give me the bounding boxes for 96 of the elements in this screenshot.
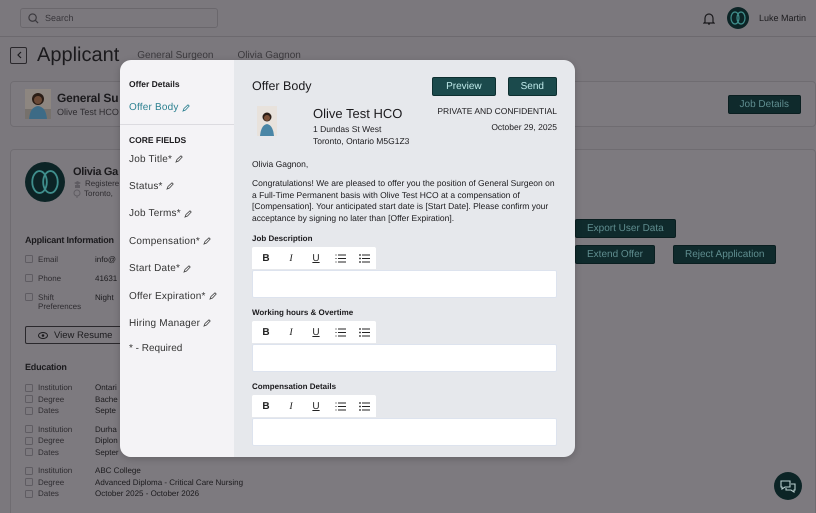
sidebar-item[interactable]: Job Terms*	[120, 200, 234, 228]
eye-icon	[38, 332, 48, 338]
field-label: Dates	[38, 448, 60, 457]
dialog-button[interactable]: Preview	[432, 76, 496, 96]
field-label: Degree	[38, 478, 66, 487]
format-button[interactable]: U	[310, 326, 322, 338]
bell-icon[interactable]	[702, 12, 715, 24]
page-title: Applicant	[37, 44, 120, 66]
sidebar-item[interactable]: Compensation*	[120, 228, 234, 255]
address-line: Toronto, Ontario M5G1Z3	[313, 135, 410, 147]
applicant-name: Olivia Ga	[73, 166, 120, 178]
logo-avatar-icon	[25, 162, 65, 202]
field-label: Degree	[38, 436, 66, 446]
sidebar-item[interactable]: Job Title*	[120, 145, 234, 173]
offer-paragraph: Congratulations! We are pleased to offer you the position of General Surgeon on a Full-Time Permanent basis with Olive Test HCO at a compensation of [Compensation]. Your anticipated start date is [Start Date]. Please confirm your acceptance by signing no later than [Offer Expiration].	[252, 178, 556, 224]
pencil-icon	[203, 319, 212, 328]
pencil-icon	[208, 292, 217, 300]
numbered-list-icon[interactable]	[335, 328, 346, 337]
job-details-button[interactable]: Job Details	[728, 94, 801, 114]
field-value: Night	[95, 293, 114, 302]
field-label: Institution	[38, 466, 74, 476]
address-line: 1 Dundas St West	[313, 123, 382, 135]
job-title: General Su	[57, 91, 119, 105]
format-button[interactable]: B	[260, 400, 272, 412]
section-heading: Education	[25, 362, 67, 372]
field-icon	[25, 293, 33, 301]
hat-icon	[73, 180, 82, 188]
field-label: Dates	[38, 489, 60, 498]
confidential-label: PRIVATE AND CONFIDENTIAL	[437, 106, 557, 116]
section-heading: Offer Details	[128, 78, 181, 91]
chevron-left-icon	[16, 51, 22, 59]
field-value: 41631	[95, 274, 118, 283]
format-button[interactable]: U	[310, 400, 322, 412]
sidebar-item[interactable]: Offer Body	[120, 94, 234, 122]
pencil-icon	[183, 264, 192, 273]
action-button[interactable]: Export User Data	[575, 219, 676, 238]
bullet-list-icon[interactable]	[359, 402, 370, 411]
format-button[interactable]: I	[285, 326, 297, 338]
format-button[interactable]: U	[310, 252, 322, 264]
action-button[interactable]: Extend Offer	[575, 245, 655, 264]
field-label: Shift Preferences	[38, 293, 82, 311]
section-heading: Applicant Information	[25, 235, 114, 245]
greeting: Olivia Gagnon,	[252, 159, 310, 169]
pencil-icon	[182, 104, 190, 112]
numbered-list-icon[interactable]	[335, 402, 346, 411]
pencil-icon	[166, 182, 174, 190]
pencil-icon	[202, 237, 211, 246]
field-value: info@	[95, 255, 116, 264]
field-icon	[25, 274, 33, 282]
pin-icon	[73, 189, 81, 198]
required-note: * - Required	[128, 342, 184, 354]
field-label: Dates	[38, 406, 60, 416]
editor-label: Job Description	[252, 234, 314, 244]
format-button[interactable]: I	[285, 400, 297, 412]
sidebar-item[interactable]: Start Date*	[120, 254, 234, 282]
field-label: Degree	[38, 394, 66, 404]
bullet-list-icon[interactable]	[359, 328, 370, 337]
chat-icon	[780, 479, 796, 493]
sidebar-item[interactable]: Status*	[120, 172, 234, 200]
format-button[interactable]: I	[285, 252, 297, 264]
logo-avatar-icon[interactable]	[726, 7, 749, 29]
field-icon	[25, 255, 33, 263]
dialog-title: Offer Body	[252, 79, 312, 93]
editor-label: Working hours & Overtime	[252, 308, 354, 318]
sidebar-item[interactable]: Offer Expiration*	[120, 282, 234, 310]
field-label: Email	[38, 255, 60, 264]
company-name: Olive Test HCO	[313, 106, 404, 121]
user-name[interactable]: Luke Martin	[758, 13, 806, 23]
field-value: Ontari	[95, 383, 117, 392]
action-button[interactable]: Reject Application	[672, 245, 776, 264]
field-label: Institution	[38, 424, 74, 434]
search-icon	[28, 13, 39, 24]
field-value: Septe	[95, 406, 116, 416]
organization-name: Olive Test HCO	[57, 107, 119, 117]
pencil-icon	[184, 210, 192, 218]
editor-label: Compensation Details	[252, 382, 338, 392]
field-value: Bache	[95, 394, 118, 404]
pencil-icon	[175, 155, 184, 164]
applicant-role: Registere	[85, 179, 120, 188]
field-value: October 2025 - October 2026	[95, 489, 200, 498]
field-label: Phone	[38, 274, 62, 283]
numbered-list-icon[interactable]	[335, 254, 346, 263]
format-button[interactable]: B	[260, 326, 272, 338]
dialog-button[interactable]: Send	[508, 76, 557, 96]
field-value: Septer	[95, 448, 119, 457]
back-button[interactable]	[10, 46, 27, 64]
search-field[interactable]: Search	[20, 8, 218, 28]
field-label: Institution	[38, 383, 74, 392]
field-value: ABC College	[95, 466, 141, 476]
letter-date: October 29, 2025	[491, 122, 557, 132]
field-value: Durha	[95, 424, 117, 434]
applicant-location: Toronto,	[84, 189, 113, 198]
field-value: Diplon	[95, 436, 118, 446]
field-value: Advanced Diploma - Critical Care Nursing	[95, 478, 244, 487]
format-button[interactable]: B	[260, 252, 272, 264]
bullet-list-icon[interactable]	[359, 254, 370, 263]
